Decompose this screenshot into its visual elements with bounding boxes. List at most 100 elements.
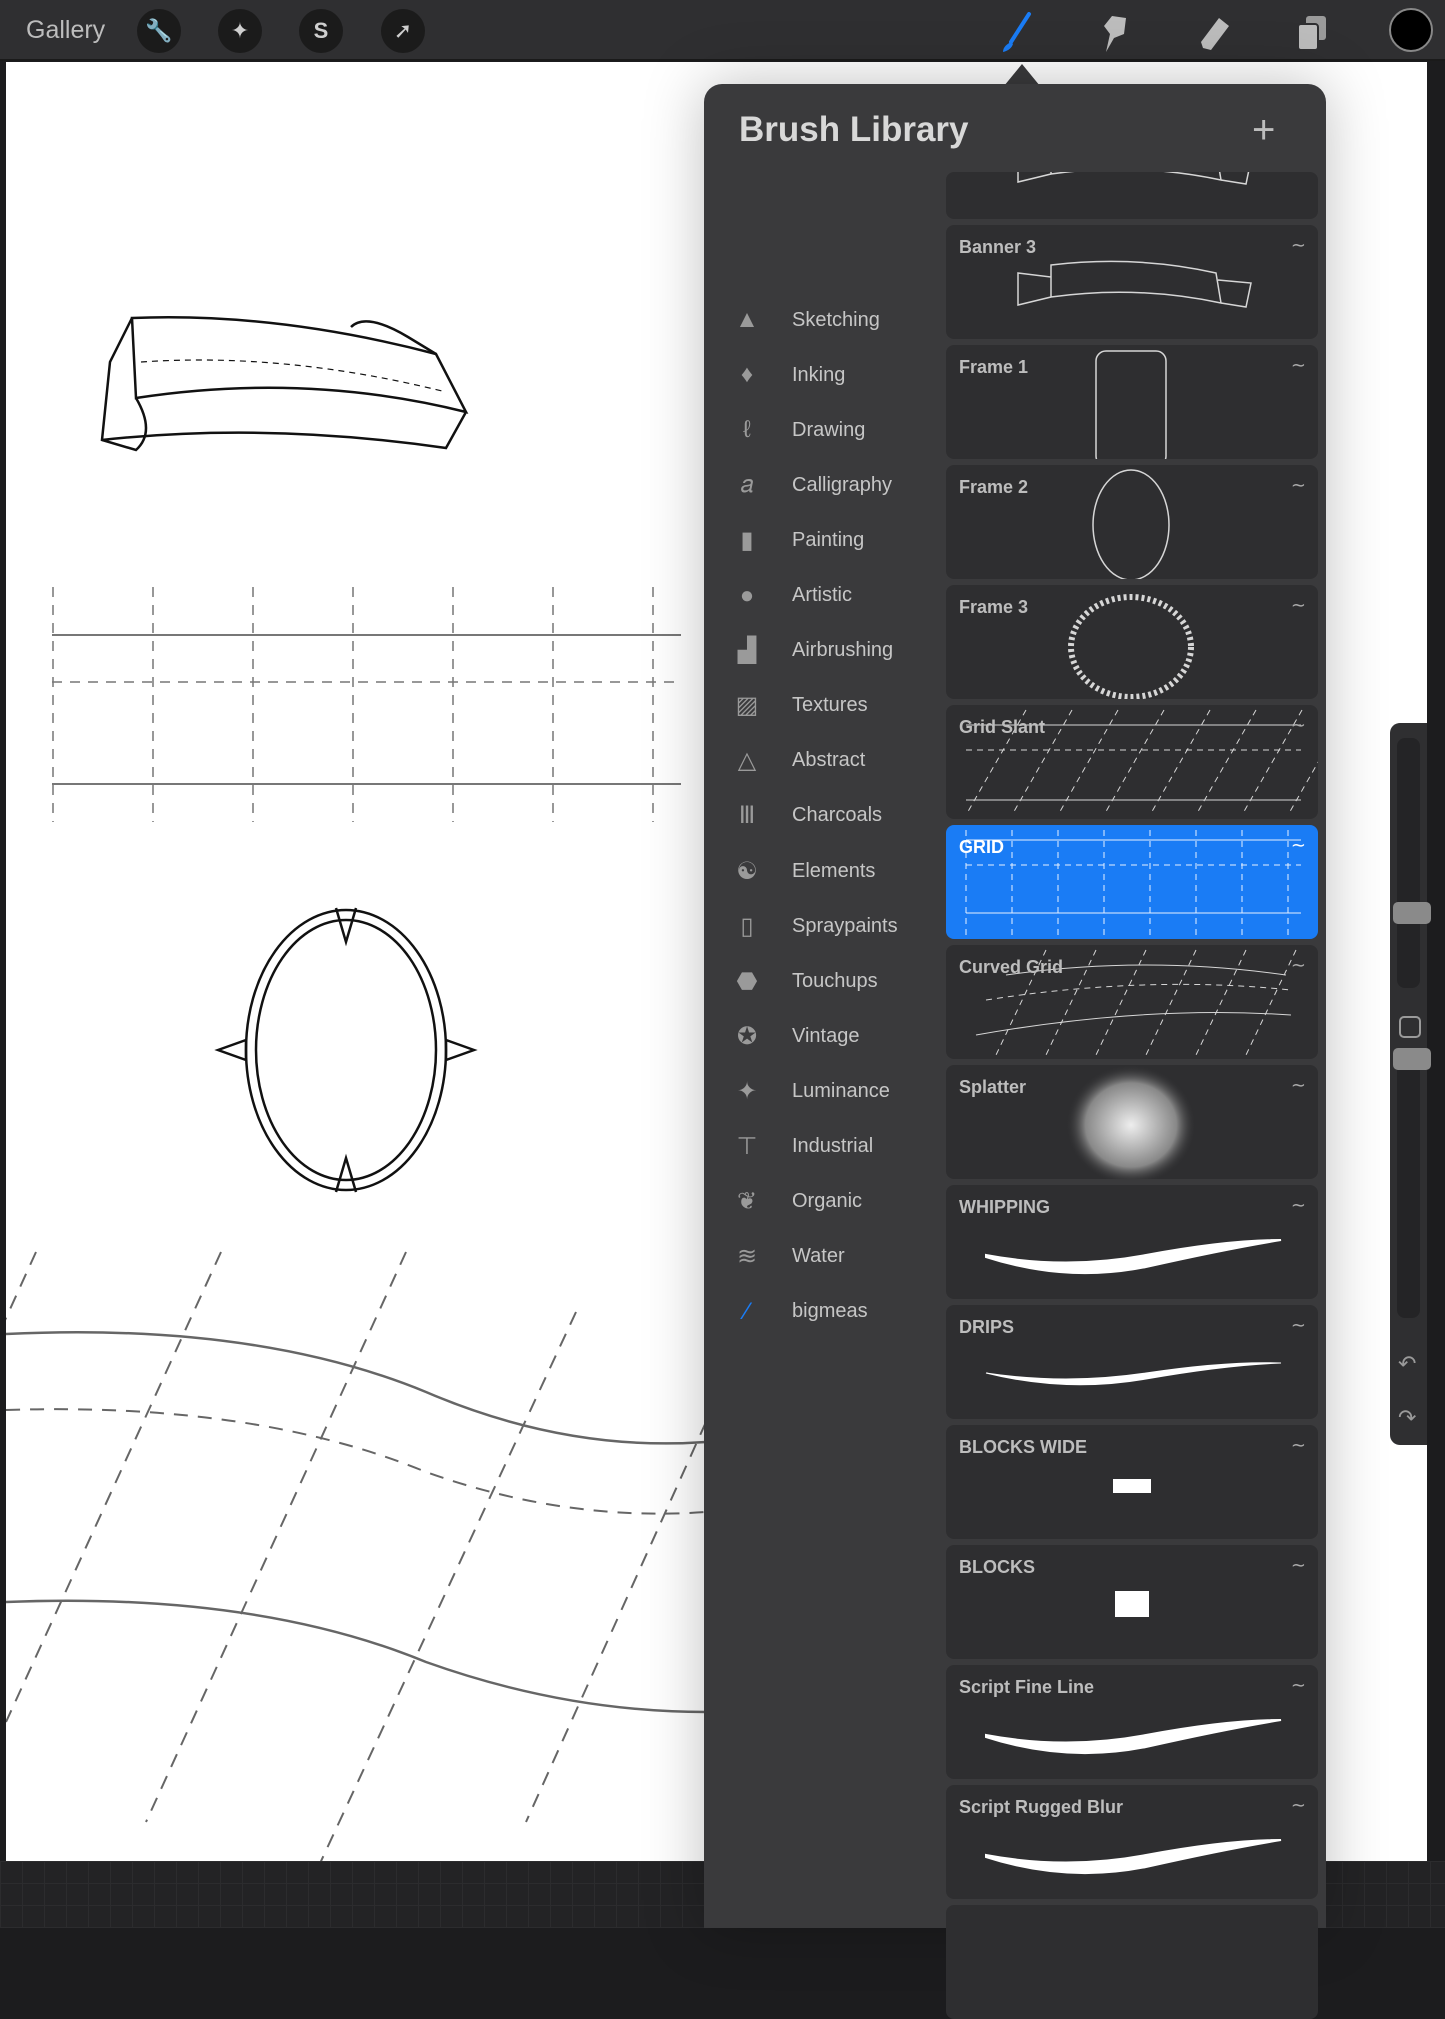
brush-card-grid-slant[interactable]: Grid Slant ∼ bbox=[946, 705, 1318, 819]
color-swatch[interactable] bbox=[1389, 8, 1433, 52]
brush-set-label: Textures bbox=[792, 694, 868, 717]
layers-icon[interactable] bbox=[1290, 10, 1334, 54]
brush-set-label: Airbrushing bbox=[792, 639, 894, 662]
brush-card-frame-1[interactable]: Frame 1 ∼ bbox=[946, 345, 1318, 459]
procreate-brush-icon: ∼ bbox=[1290, 1075, 1306, 1095]
redo-button[interactable]: ↷ bbox=[1398, 1405, 1416, 1431]
brush-name: Script Fine Line bbox=[959, 1677, 1095, 1697]
brush-set-label: Vintage bbox=[792, 1024, 860, 1047]
brush-card-blocks-wide[interactable]: BLOCKS WIDE ∼ bbox=[946, 1425, 1318, 1539]
brush-size-handle[interactable] bbox=[1393, 902, 1431, 924]
selection-icon[interactable]: S bbox=[299, 9, 343, 53]
triangle-icon: △ bbox=[737, 747, 757, 775]
leaf-icon: ❦ bbox=[736, 1188, 758, 1216]
gallery-button[interactable]: Gallery bbox=[26, 16, 105, 45]
brush-card-script-rugged-blur[interactable]: Script Rugged Blur ∼ bbox=[946, 1785, 1318, 1899]
brush-card-frame-3[interactable]: Frame 3 ∼ bbox=[946, 585, 1318, 699]
brush-name: Frame 1 bbox=[959, 357, 1029, 377]
brush-card-grid[interactable]: GRID ∼ bbox=[946, 825, 1318, 939]
brush-set-industrial[interactable]: ⊤ Industrial bbox=[724, 1122, 934, 1172]
brush-set-airbrushing[interactable]: ▟ Airbrushing bbox=[724, 626, 934, 676]
procreate-brush-icon: ∼ bbox=[1290, 1675, 1306, 1695]
brush-set-label: Luminance bbox=[792, 1079, 890, 1102]
wrench-icon[interactable]: 🔧 bbox=[137, 9, 181, 53]
brush-set-label: Inking bbox=[792, 363, 846, 386]
brush-name: GRID bbox=[959, 837, 1004, 857]
brush-set-label: Painting bbox=[792, 528, 865, 551]
transform-arrow-icon[interactable]: ➚ bbox=[381, 9, 425, 53]
brush-size-slider[interactable] bbox=[1397, 738, 1420, 988]
brush-card[interactable] bbox=[946, 172, 1318, 219]
brush-name: Banner 3 bbox=[959, 237, 1037, 257]
brush-stroke-preview bbox=[946, 1905, 1318, 2019]
eraser-icon[interactable] bbox=[1191, 10, 1235, 54]
brush-icon[interactable] bbox=[993, 10, 1037, 54]
spraycan-icon: ▯ bbox=[740, 912, 754, 940]
add-brush-button[interactable]: + bbox=[1252, 110, 1275, 150]
magic-wand-icon[interactable]: ✦ bbox=[218, 9, 262, 53]
opacity-handle[interactable] bbox=[1393, 1047, 1431, 1070]
star-circle-icon: ✪ bbox=[736, 1022, 758, 1050]
brush-set-water[interactable]: ≋ Water bbox=[724, 1232, 934, 1282]
brush-card-banner-3[interactable]: Banner 3 ∼ bbox=[946, 225, 1318, 339]
brush-set-inking[interactable]: ♦ Inking bbox=[724, 350, 934, 400]
brush-set-artistic[interactable]: ● Artistic bbox=[724, 571, 934, 621]
procreate-brush-icon: ∼ bbox=[1290, 1435, 1306, 1455]
side-toolbar: ↶ ↷ bbox=[1390, 723, 1431, 1445]
brush-card-whipping[interactable]: WHIPPING ∼ bbox=[946, 1185, 1318, 1299]
procreate-brush-icon: ∼ bbox=[1290, 715, 1306, 735]
undo-button[interactable]: ↶ bbox=[1398, 1351, 1416, 1377]
brush-set-label: Charcoals bbox=[792, 804, 883, 827]
procreate-brush-icon: ∼ bbox=[1290, 1195, 1306, 1215]
frame-drawing bbox=[214, 907, 478, 1193]
sparkle-icon: ✦ bbox=[736, 1077, 758, 1105]
banner-drawing bbox=[100, 316, 469, 452]
brush-card-drips[interactable]: DRIPS ∼ bbox=[946, 1305, 1318, 1419]
brush-card-splatter[interactable]: Splatter ∼ bbox=[946, 1065, 1318, 1179]
procreate-brush-icon: ∼ bbox=[1290, 835, 1306, 855]
touchup-icon: ⬣ bbox=[736, 967, 758, 995]
brush-set-elements[interactable]: ☯ Elements bbox=[724, 846, 934, 896]
brush-set-drawing[interactable]: ℓ Drawing bbox=[724, 405, 934, 455]
brush-name: Curved Grid bbox=[959, 957, 1064, 977]
brush-name: Splatter bbox=[959, 1077, 1027, 1097]
procreate-brush-icon: ∼ bbox=[1290, 1555, 1306, 1575]
smudge-icon[interactable] bbox=[1092, 10, 1136, 54]
brush-name: DRIPS bbox=[959, 1317, 1015, 1337]
procreate-brush-icon: ∼ bbox=[1290, 595, 1306, 615]
brush-set-sketching[interactable]: ▲ Sketching bbox=[724, 295, 934, 345]
procreate-brush-icon: ∼ bbox=[1290, 235, 1306, 255]
brush-name: BLOCKS WIDE bbox=[959, 1437, 1087, 1457]
brush-name: Script Rugged Blur bbox=[959, 1797, 1124, 1817]
brush-set-vintage[interactable]: ✪ Vintage bbox=[724, 1011, 934, 1061]
brush-card-curved-grid[interactable]: Curved Grid ∼ bbox=[946, 945, 1318, 1059]
brush-set-calligraphy[interactable]: 𝑎 Calligraphy bbox=[724, 460, 934, 510]
brush-name: Grid Slant bbox=[959, 717, 1046, 737]
brush-set-luminance[interactable]: ✦ Luminance bbox=[724, 1066, 934, 1116]
brush-card-frame-2[interactable]: Frame 2 ∼ bbox=[946, 465, 1318, 579]
brush-set-abstract[interactable]: △ Abstract bbox=[724, 736, 934, 786]
brush-set-textures[interactable]: ▨ Textures bbox=[724, 681, 934, 731]
brush-set-spraypaints[interactable]: ▯ Spraypaints bbox=[724, 901, 934, 951]
texture-icon: ▨ bbox=[735, 692, 759, 720]
squiggle-icon: ℓ bbox=[743, 416, 751, 444]
yin-yang-icon: ☯ bbox=[736, 857, 758, 885]
curved-grid-drawing bbox=[6, 1251, 707, 1861]
brush-set-organic[interactable]: ❦ Organic bbox=[724, 1177, 934, 1227]
brush-set-touchups[interactable]: ⬣ Touchups bbox=[724, 956, 934, 1006]
brush-set-painting[interactable]: ▮ Painting bbox=[724, 515, 934, 565]
brush-card-script-fine-line[interactable]: Script Fine Line ∼ bbox=[946, 1665, 1318, 1779]
brush-stroke-icon: ⁄ bbox=[744, 1297, 749, 1325]
brush-name: WHIPPING bbox=[959, 1197, 1051, 1217]
brush-name: Frame 2 bbox=[959, 477, 1029, 497]
modify-button[interactable] bbox=[1399, 1016, 1421, 1038]
popover-arrow bbox=[1004, 64, 1040, 86]
brush-set-charcoals[interactable]: Ⅲ Charcoals bbox=[724, 791, 934, 841]
charcoal-icon: Ⅲ bbox=[738, 802, 756, 830]
opacity-slider[interactable] bbox=[1397, 1063, 1420, 1318]
brush-card-blocks[interactable]: BLOCKS ∼ bbox=[946, 1545, 1318, 1659]
calligraphy-a-icon: 𝑎 bbox=[740, 471, 754, 499]
procreate-brush-icon: ∼ bbox=[1290, 1795, 1306, 1815]
brush-set-bigmeas[interactable]: ⁄ bigmeas bbox=[724, 1287, 934, 1337]
brush-card[interactable] bbox=[946, 1905, 1318, 2019]
